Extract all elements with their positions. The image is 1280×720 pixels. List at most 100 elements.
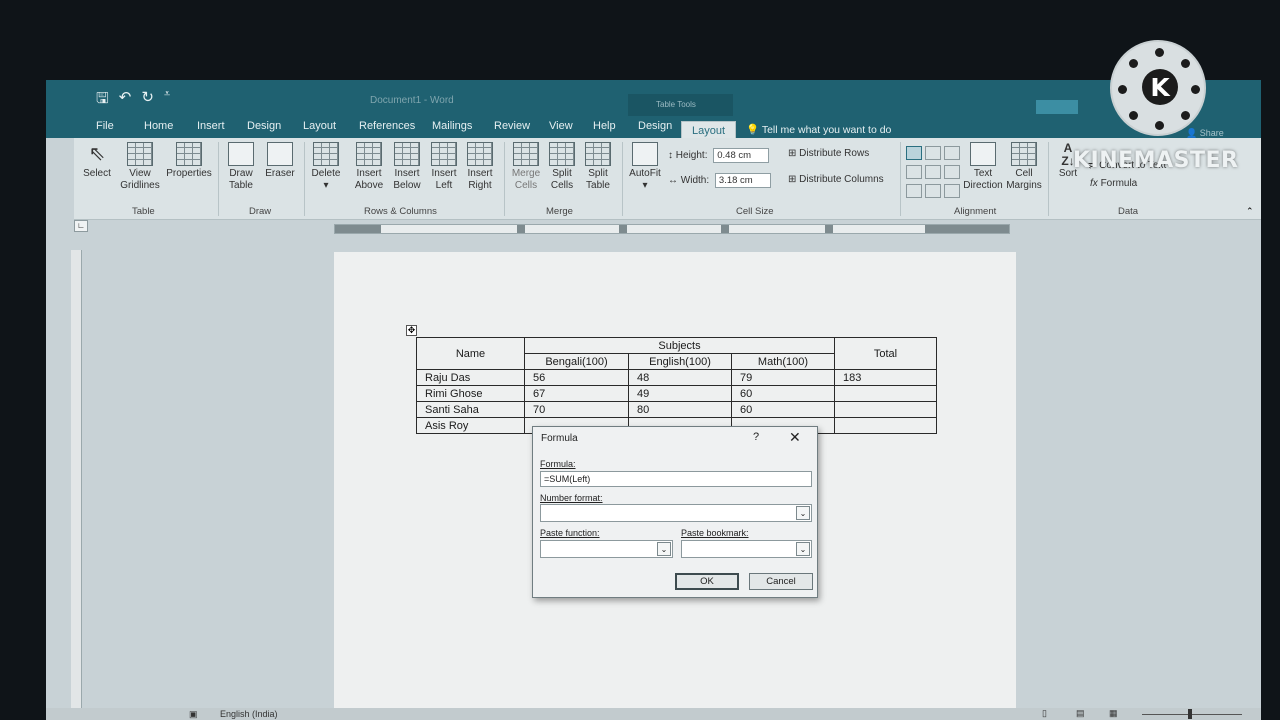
select-button[interactable]: ⇖ Select xyxy=(78,142,116,180)
collapse-ribbon-icon[interactable]: ⌃ xyxy=(1246,206,1254,217)
header-total[interactable]: Total xyxy=(834,337,937,370)
tab-selector-icon[interactable]: ∟ xyxy=(74,220,88,232)
align-top-center-icon[interactable] xyxy=(925,146,941,160)
cell-bengali[interactable]: 56 xyxy=(524,369,629,386)
paste-function-dropdown[interactable]: ⌄ xyxy=(540,540,673,558)
cell-bengali[interactable]: 67 xyxy=(524,385,629,402)
text-direction-button[interactable]: Text Direction xyxy=(962,142,1004,192)
subheader-math[interactable]: Math(100) xyxy=(731,353,835,370)
properties-button[interactable]: Properties xyxy=(164,142,214,180)
eraser-button[interactable]: Eraser xyxy=(260,142,300,180)
cell-total[interactable] xyxy=(834,417,937,434)
language-status[interactable]: English (India) xyxy=(220,709,278,719)
insert-below-button[interactable]: Insert Below xyxy=(388,142,426,192)
tab-design[interactable]: Design xyxy=(247,120,281,132)
undo-icon[interactable]: ↶ xyxy=(119,88,132,113)
tab-help[interactable]: Help xyxy=(593,120,616,132)
split-cells-button[interactable]: Split Cells xyxy=(544,142,580,192)
height-input[interactable]: 0.48 cm xyxy=(713,148,770,163)
cell-name[interactable]: Rimi Ghose xyxy=(416,385,525,402)
align-center-right-icon[interactable] xyxy=(944,165,960,179)
align-center-icon[interactable] xyxy=(925,165,941,179)
cell-english[interactable]: 48 xyxy=(628,369,732,386)
tab-file[interactable]: File xyxy=(96,120,114,132)
cell-name[interactable]: Asis Roy xyxy=(416,417,525,434)
distribute-rows-button[interactable]: ⊞ Distribute Rows xyxy=(788,148,869,159)
help-icon[interactable]: ? xyxy=(753,431,759,443)
web-layout-icon[interactable]: ▦ xyxy=(1109,708,1118,719)
insert-left-button[interactable]: Insert Left xyxy=(426,142,462,192)
cell-name[interactable]: Raju Das xyxy=(416,369,525,386)
tab-table-layout[interactable]: Layout xyxy=(681,121,737,138)
align-center-left-icon[interactable] xyxy=(906,165,922,179)
redo-icon[interactable]: ↻ xyxy=(141,88,154,113)
subheader-bengali[interactable]: Bengali(100) xyxy=(524,353,629,370)
align-bottom-right-icon[interactable] xyxy=(944,184,960,198)
cell-math[interactable]: 79 xyxy=(731,369,835,386)
delete-button[interactable]: Delete ▾ xyxy=(308,142,344,192)
distribute-columns-button[interactable]: ⊞ Distribute Columns xyxy=(788,174,884,185)
cell-margins-button[interactable]: Cell Margins xyxy=(1004,142,1044,192)
tell-me-box[interactable]: 💡 Tell me what you want to do xyxy=(746,123,891,136)
cancel-button[interactable]: Cancel xyxy=(749,573,813,590)
cell-math[interactable]: 60 xyxy=(731,385,835,402)
vertical-ruler[interactable] xyxy=(71,250,82,720)
subheader-english[interactable]: English(100) xyxy=(628,353,732,370)
cell-total[interactable]: 183 xyxy=(834,369,937,386)
autofit-button[interactable]: AutoFit ▾ xyxy=(626,142,664,192)
tab-layout[interactable]: Layout xyxy=(303,120,336,132)
formula-input[interactable]: =SUM(Left) xyxy=(540,471,812,487)
zoom-slider[interactable] xyxy=(1142,714,1242,715)
tab-insert[interactable]: Insert xyxy=(197,120,225,132)
proofing-icon[interactable]: ▣ xyxy=(189,709,198,720)
tab-home[interactable]: Home xyxy=(144,120,173,132)
share-label: Share xyxy=(1199,128,1224,138)
close-icon[interactable]: ✕ xyxy=(789,429,801,446)
pointer-icon: ⇖ xyxy=(88,143,106,165)
paste-bookmark-dropdown[interactable]: ⌄ xyxy=(681,540,812,558)
sign-in-button[interactable] xyxy=(1036,100,1078,114)
split-table-button[interactable]: Split Table xyxy=(580,142,616,192)
tab-view[interactable]: View xyxy=(549,120,573,132)
align-top-right-icon[interactable] xyxy=(944,146,960,160)
formula-button[interactable]: fx Formula xyxy=(1090,178,1137,189)
print-layout-icon[interactable]: ▤ xyxy=(1076,708,1085,719)
draw-table-button[interactable]: Draw Table xyxy=(224,142,258,192)
save-icon[interactable]: 🖫 xyxy=(96,88,109,113)
header-subjects[interactable]: Subjects xyxy=(524,337,835,354)
tab-table-design[interactable]: Design xyxy=(638,120,672,132)
horizontal-ruler[interactable] xyxy=(334,224,1010,234)
separator xyxy=(504,142,505,216)
cell-name[interactable]: Santi Saha xyxy=(416,401,525,418)
read-mode-icon[interactable]: ▯ xyxy=(1042,708,1047,719)
zoom-slider-thumb[interactable] xyxy=(1188,709,1192,719)
ok-button[interactable]: OK xyxy=(675,573,739,590)
cell-math[interactable]: 60 xyxy=(731,401,835,418)
align-bottom-left-icon[interactable] xyxy=(906,184,922,198)
width-input[interactable]: 3.18 cm xyxy=(714,173,771,188)
dialog-title: Formula xyxy=(541,433,578,444)
logo-dot xyxy=(1191,85,1200,94)
insert-above-button[interactable]: Insert Above xyxy=(350,142,388,192)
cell-bengali[interactable]: 70 xyxy=(524,401,629,418)
table-move-handle-icon[interactable]: ✥ xyxy=(406,325,417,336)
insert-below-line1: Insert xyxy=(394,168,420,179)
split-table-line2: Table xyxy=(586,180,610,191)
cell-total[interactable] xyxy=(834,385,937,402)
cell-total[interactable] xyxy=(834,401,937,418)
split-table-icon xyxy=(585,142,611,166)
number-format-dropdown[interactable]: ⌄ xyxy=(540,504,812,522)
align-bottom-center-icon[interactable] xyxy=(925,184,941,198)
insert-right-button[interactable]: Insert Right xyxy=(462,142,498,192)
cell-english[interactable]: 49 xyxy=(628,385,732,402)
cell-english[interactable]: 80 xyxy=(628,401,732,418)
align-top-left-icon[interactable] xyxy=(906,146,922,160)
tab-references[interactable]: References xyxy=(359,120,415,132)
merge-cells-button[interactable]: Merge Cells xyxy=(508,142,544,192)
tab-mailings[interactable]: Mailings xyxy=(432,120,472,132)
customize-icon[interactable]: ⩡ xyxy=(164,88,170,113)
header-name[interactable]: Name xyxy=(416,337,525,370)
view-gridlines-button[interactable]: View Gridlines xyxy=(116,142,164,192)
tab-review[interactable]: Review xyxy=(494,120,530,132)
distribute-columns-label: Distribute Columns xyxy=(799,174,884,185)
